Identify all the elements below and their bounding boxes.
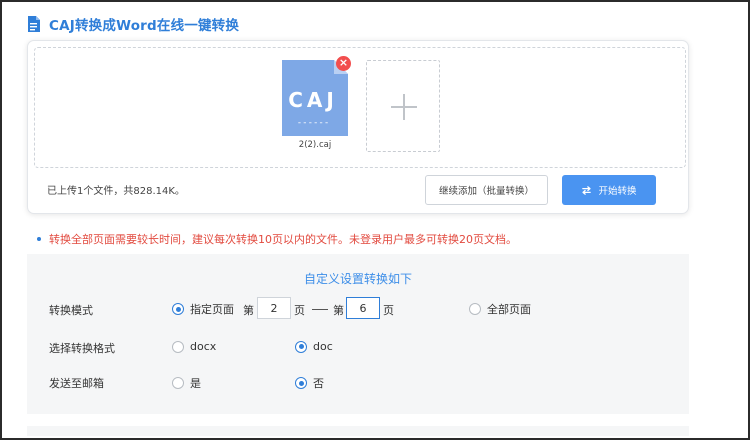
remove-file-icon[interactable]: ×: [336, 56, 351, 71]
range-separator: [312, 309, 328, 310]
file-drop-zone[interactable]: [34, 47, 686, 168]
start-convert-label: 开始转换: [598, 186, 637, 197]
radio-checked-icon: [172, 303, 184, 315]
radio-unchecked-icon: [172, 340, 184, 353]
email-no-label: 否: [313, 377, 324, 390]
convert-arrows-icon: [582, 185, 592, 195]
upload-status: 已上传1个文件，共828.14K。: [47, 186, 185, 197]
bullet-icon: [37, 237, 41, 241]
mode-all-radio[interactable]: 全部页面: [469, 301, 531, 317]
radio-checked-icon: [295, 340, 307, 353]
from-suffix: 页: [294, 304, 305, 317]
notice: 转换全部页面需要较长时间，建议每次转换10页以内的文件。未登录用户最多可转换20…: [37, 231, 517, 247]
email-no-radio[interactable]: 否: [295, 375, 324, 391]
start-convert-button[interactable]: 开始转换: [562, 175, 656, 205]
from-prefix: 第: [243, 304, 254, 317]
from-page-input[interactable]: [257, 297, 291, 319]
uploaded-file[interactable]: CAJ ------ × 2(2).caj: [282, 56, 351, 150]
file-name: 2(2).caj: [298, 140, 332, 150]
mode-specified-radio[interactable]: 指定页面: [172, 301, 234, 317]
format-doc-radio[interactable]: doc: [295, 340, 333, 353]
file-thumb-label: CAJ: [288, 88, 338, 112]
add-file-button[interactable]: [366, 60, 440, 152]
radio-unchecked-icon: [469, 303, 481, 315]
radio-unchecked-icon: [172, 377, 184, 389]
caj-file-icon: CAJ ------: [282, 60, 348, 136]
settings-panel: 自定义设置转换如下 转换模式 指定页面 第 页 第 页 全部页面 选择转换格式 …: [27, 254, 689, 414]
email-label: 发送至邮箱: [49, 377, 104, 390]
to-prefix: 第: [333, 304, 344, 317]
mode-label: 转换模式: [49, 304, 93, 317]
email-yes-radio[interactable]: 是: [172, 375, 201, 391]
mode-specified-label: 指定页面: [190, 303, 234, 316]
format-docx-label: docx: [190, 340, 217, 353]
page-title: CAJ转换成Word在线一键转换: [49, 18, 240, 34]
to-suffix: 页: [383, 304, 394, 317]
mode-all-label: 全部页面: [487, 303, 531, 316]
email-yes-label: 是: [190, 377, 201, 390]
format-docx-radio[interactable]: docx: [172, 340, 216, 353]
notice-text: 转换全部页面需要较长时间，建议每次转换10页以内的文件。未登录用户最多可转换20…: [49, 233, 517, 246]
format-label: 选择转换格式: [49, 342, 115, 355]
page-header: CAJ转换成Word在线一键转换: [27, 13, 239, 35]
document-icon: [28, 16, 40, 32]
radio-checked-icon: [295, 377, 307, 389]
format-doc-label: doc: [313, 340, 333, 353]
settings-title: 自定义设置转换如下: [303, 272, 412, 286]
to-page-input[interactable]: [346, 297, 380, 319]
continue-add-button[interactable]: 继续添加（批量转换）: [425, 175, 548, 205]
file-thumb-dashes: ------: [297, 118, 330, 128]
next-section-edge: [27, 426, 689, 436]
